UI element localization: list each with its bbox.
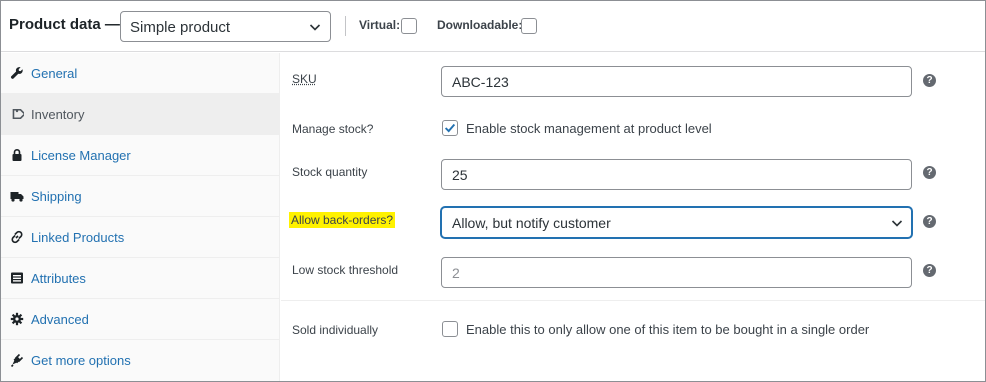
backorders-select[interactable]: Allow, but notify customer — [441, 207, 912, 238]
manage-stock-label: Manage stock? — [292, 122, 374, 136]
sidebar-item-general[interactable]: General — [1, 53, 279, 94]
stock-quantity-label: Stock quantity — [292, 165, 368, 179]
sidebar-item-inventory[interactable]: Inventory — [1, 94, 279, 135]
product-data-header: Product data — Simple product Virtual: D… — [1, 1, 985, 52]
lock-icon — [12, 148, 22, 161]
sidebar-item-attributes[interactable]: Attributes — [1, 258, 279, 299]
stock-quantity-input[interactable]: 25 — [441, 159, 912, 190]
sidebar-item-license-manager[interactable]: License Manager — [1, 135, 279, 176]
manage-stock-text: Enable stock management at product level — [466, 121, 712, 136]
help-icon[interactable]: ? — [923, 166, 936, 179]
plugin-icon — [10, 353, 24, 367]
sidebar-item-label: Linked Products — [31, 230, 125, 245]
stock-quantity-value: 25 — [452, 167, 468, 183]
product-type-value: Simple product — [130, 19, 231, 36]
product-type-select[interactable]: Simple product — [120, 11, 331, 42]
sidebar-item-label: Advanced — [31, 312, 89, 327]
sidebar-item-label: Inventory — [31, 107, 85, 122]
sold-individually-label: Sold individually — [292, 323, 379, 337]
sidebar-item-label: License Manager — [31, 148, 131, 163]
low-stock-placeholder: 2 — [452, 265, 460, 281]
sold-individually-checkbox[interactable] — [442, 321, 458, 337]
backorders-value: Allow, but notify customer — [452, 215, 611, 231]
chevron-down-icon — [309, 24, 321, 31]
sidebar-item-get-more-options[interactable]: Get more options — [1, 340, 279, 381]
sidebar-item-linked-products[interactable]: Linked Products — [1, 217, 279, 258]
sku-label: SKU — [292, 72, 317, 86]
sidebar-item-label: Get more options — [31, 353, 131, 368]
wrench-icon — [10, 67, 23, 79]
truck-icon — [10, 192, 24, 202]
sku-input[interactable]: ABC-123 — [441, 66, 912, 97]
help-icon[interactable]: ? — [923, 74, 936, 87]
virtual-label: Virtual: — [359, 18, 401, 32]
product-data-tabs: General Inventory License Manager Shippi… — [1, 53, 280, 381]
downloadable-checkbox[interactable] — [521, 18, 537, 34]
low-stock-input[interactable]: 2 — [441, 257, 912, 288]
link-icon — [11, 230, 23, 244]
sidebar-item-label: Attributes — [31, 271, 86, 286]
sku-value: ABC-123 — [452, 74, 509, 90]
low-stock-label: Low stock threshold — [292, 263, 399, 277]
sidebar-item-label: General — [31, 66, 78, 81]
backorders-label: Allow back-orders? — [289, 212, 396, 228]
gear-icon — [10, 312, 24, 326]
sidebar-item-advanced[interactable]: Advanced — [1, 299, 279, 340]
chevron-down-icon — [891, 220, 903, 227]
sidebar-item-label: Shipping — [31, 189, 82, 204]
help-icon[interactable]: ? — [923, 215, 936, 228]
section-divider — [281, 300, 985, 301]
tag-icon — [12, 108, 24, 120]
product-data-title: Product data — — [9, 16, 120, 33]
sidebar-item-shipping[interactable]: Shipping — [1, 176, 279, 217]
downloadable-label: Downloadable: — [437, 18, 523, 32]
inventory-form: SKU ABC-123 ? Manage stock? Enable stock… — [281, 53, 985, 381]
header-separator — [345, 16, 346, 36]
checkmark-icon — [444, 123, 456, 133]
manage-stock-checkbox[interactable] — [442, 120, 458, 136]
virtual-checkbox[interactable] — [401, 18, 417, 34]
product-data-panel: Product data — Simple product Virtual: D… — [0, 0, 986, 382]
sold-individually-text: Enable this to only allow one of this it… — [466, 322, 870, 337]
list-icon — [11, 272, 23, 284]
help-icon[interactable]: ? — [923, 264, 936, 277]
